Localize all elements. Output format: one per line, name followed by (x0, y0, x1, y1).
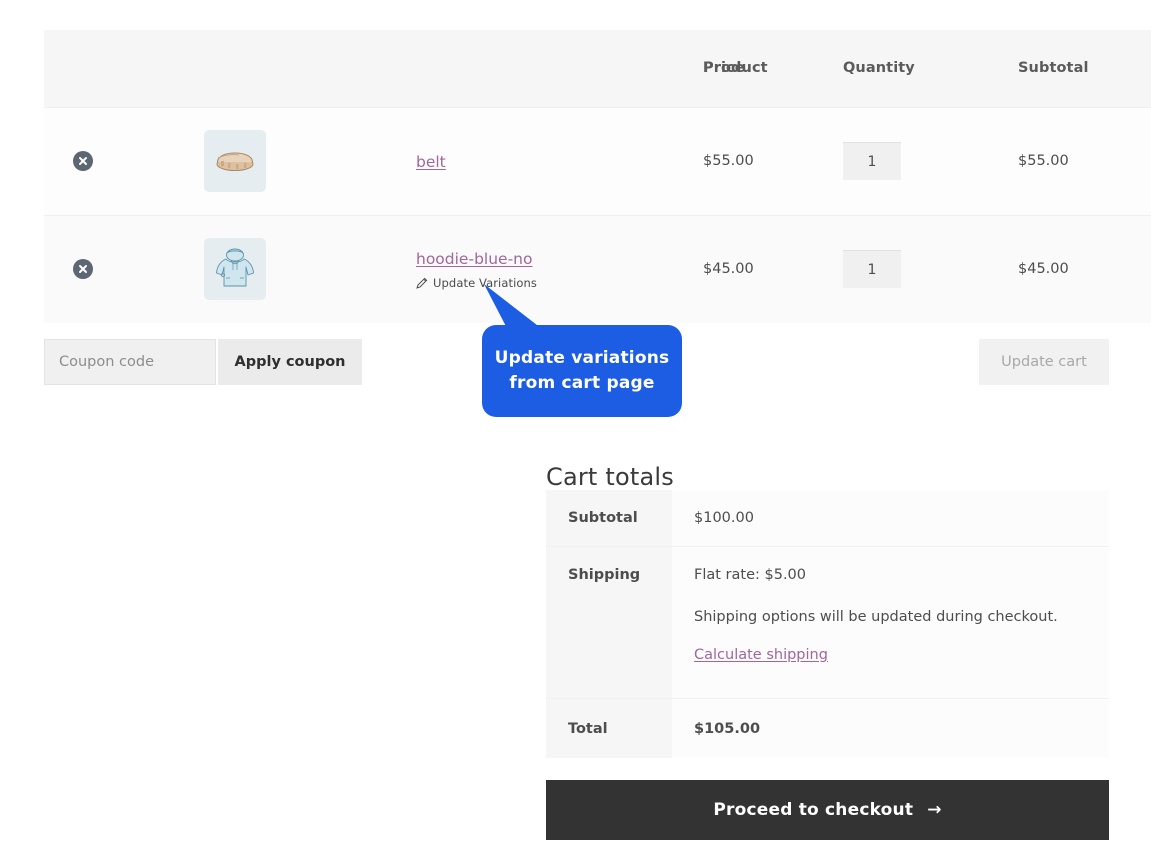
total-label: Total (546, 697, 672, 758)
totals-row-shipping: Shipping Flat rate: $5.00 Shipping optio… (546, 545, 1109, 698)
update-cart-button[interactable]: Update cart (979, 339, 1109, 385)
belt-icon (216, 152, 254, 171)
column-header-quantity: Quantity (843, 60, 915, 77)
cart-page: Product Price Quantity Subtotal belt $55… (0, 0, 1151, 868)
close-icon (79, 265, 87, 274)
shipping-cell: Flat rate: $5.00 Shipping options will b… (672, 545, 1109, 698)
product-subtotal: $55.00 (1018, 106, 1151, 215)
hoodie-icon (216, 248, 254, 287)
remove-item-button[interactable] (73, 259, 93, 280)
quantity-input[interactable] (843, 142, 901, 180)
product-subtotal: $45.00 (1018, 214, 1151, 323)
cart-item-row: belt $55.00 $55.00 (44, 106, 1151, 215)
cart-item-row: hoodie-blue-no Update Variations $45.00 … (44, 214, 1151, 323)
shipping-label: Shipping (546, 545, 672, 698)
arrow-right-icon: → (927, 800, 942, 820)
apply-coupon-button[interactable]: Apply coupon (218, 339, 362, 385)
totals-row-total: Total $105.00 (546, 697, 1109, 758)
cart-totals-table: Subtotal $100.00 Shipping Flat rate: $5.… (546, 490, 1109, 758)
coupon-code-input[interactable] (44, 339, 216, 385)
shipping-rate: Flat rate: $5.00 (694, 566, 807, 583)
totals-row-subtotal: Subtotal $100.00 (546, 490, 1109, 546)
quantity-input[interactable] (843, 250, 901, 289)
subtotal-label: Subtotal (546, 490, 672, 546)
remove-cell (44, 106, 134, 215)
calculate-shipping-link[interactable]: Calculate shipping (694, 647, 828, 663)
callout-line-2: from cart page (509, 373, 655, 393)
quantity-cell (843, 106, 1018, 215)
proceed-to-checkout-button[interactable]: Proceed to checkout → (546, 780, 1109, 840)
product-link[interactable]: belt (416, 153, 446, 171)
update-variations-label: Update Variations (433, 275, 538, 290)
cart-table-header-row: Product Price Quantity Subtotal (44, 30, 1151, 107)
column-header-thumbnail (134, 30, 374, 107)
remove-cell (44, 214, 134, 323)
shop-cart-table: Product Price Quantity Subtotal belt $55… (44, 30, 1151, 323)
product-price: $55.00 (703, 106, 843, 215)
callout-line-1: Update variations (494, 347, 670, 368)
product-link[interactable]: hoodie-blue-no (416, 250, 532, 268)
column-header-subtotal: Subtotal (1018, 60, 1089, 77)
belt-product-thumbnail[interactable] (204, 130, 266, 192)
shipping-note: Shipping options will be updated during … (694, 608, 1058, 625)
remove-item-button[interactable] (73, 151, 93, 171)
checkout-label: Proceed to checkout (713, 800, 914, 820)
product-name-cell: belt (374, 106, 703, 215)
column-header-remove (44, 30, 134, 107)
thumbnail-cell (134, 106, 374, 215)
quantity-cell (843, 214, 1018, 323)
product-name-cell: hoodie-blue-no Update Variations (374, 214, 703, 323)
subtotal-value: $100.00 (672, 490, 1109, 546)
cart-totals-title: Cart totals (546, 462, 674, 491)
thumbnail-cell (134, 214, 374, 323)
total-value: $105.00 (672, 697, 1109, 758)
column-header-price: Price (703, 60, 745, 77)
update-variations-link[interactable]: Update Variations (416, 276, 703, 290)
hoodie-product-thumbnail[interactable] (204, 238, 266, 301)
pencil-icon (416, 277, 428, 289)
product-price: $45.00 (703, 214, 843, 323)
close-icon (79, 157, 87, 165)
column-header-product: Product (703, 60, 768, 77)
callout-bubble: Update variations from cart page (482, 325, 682, 417)
